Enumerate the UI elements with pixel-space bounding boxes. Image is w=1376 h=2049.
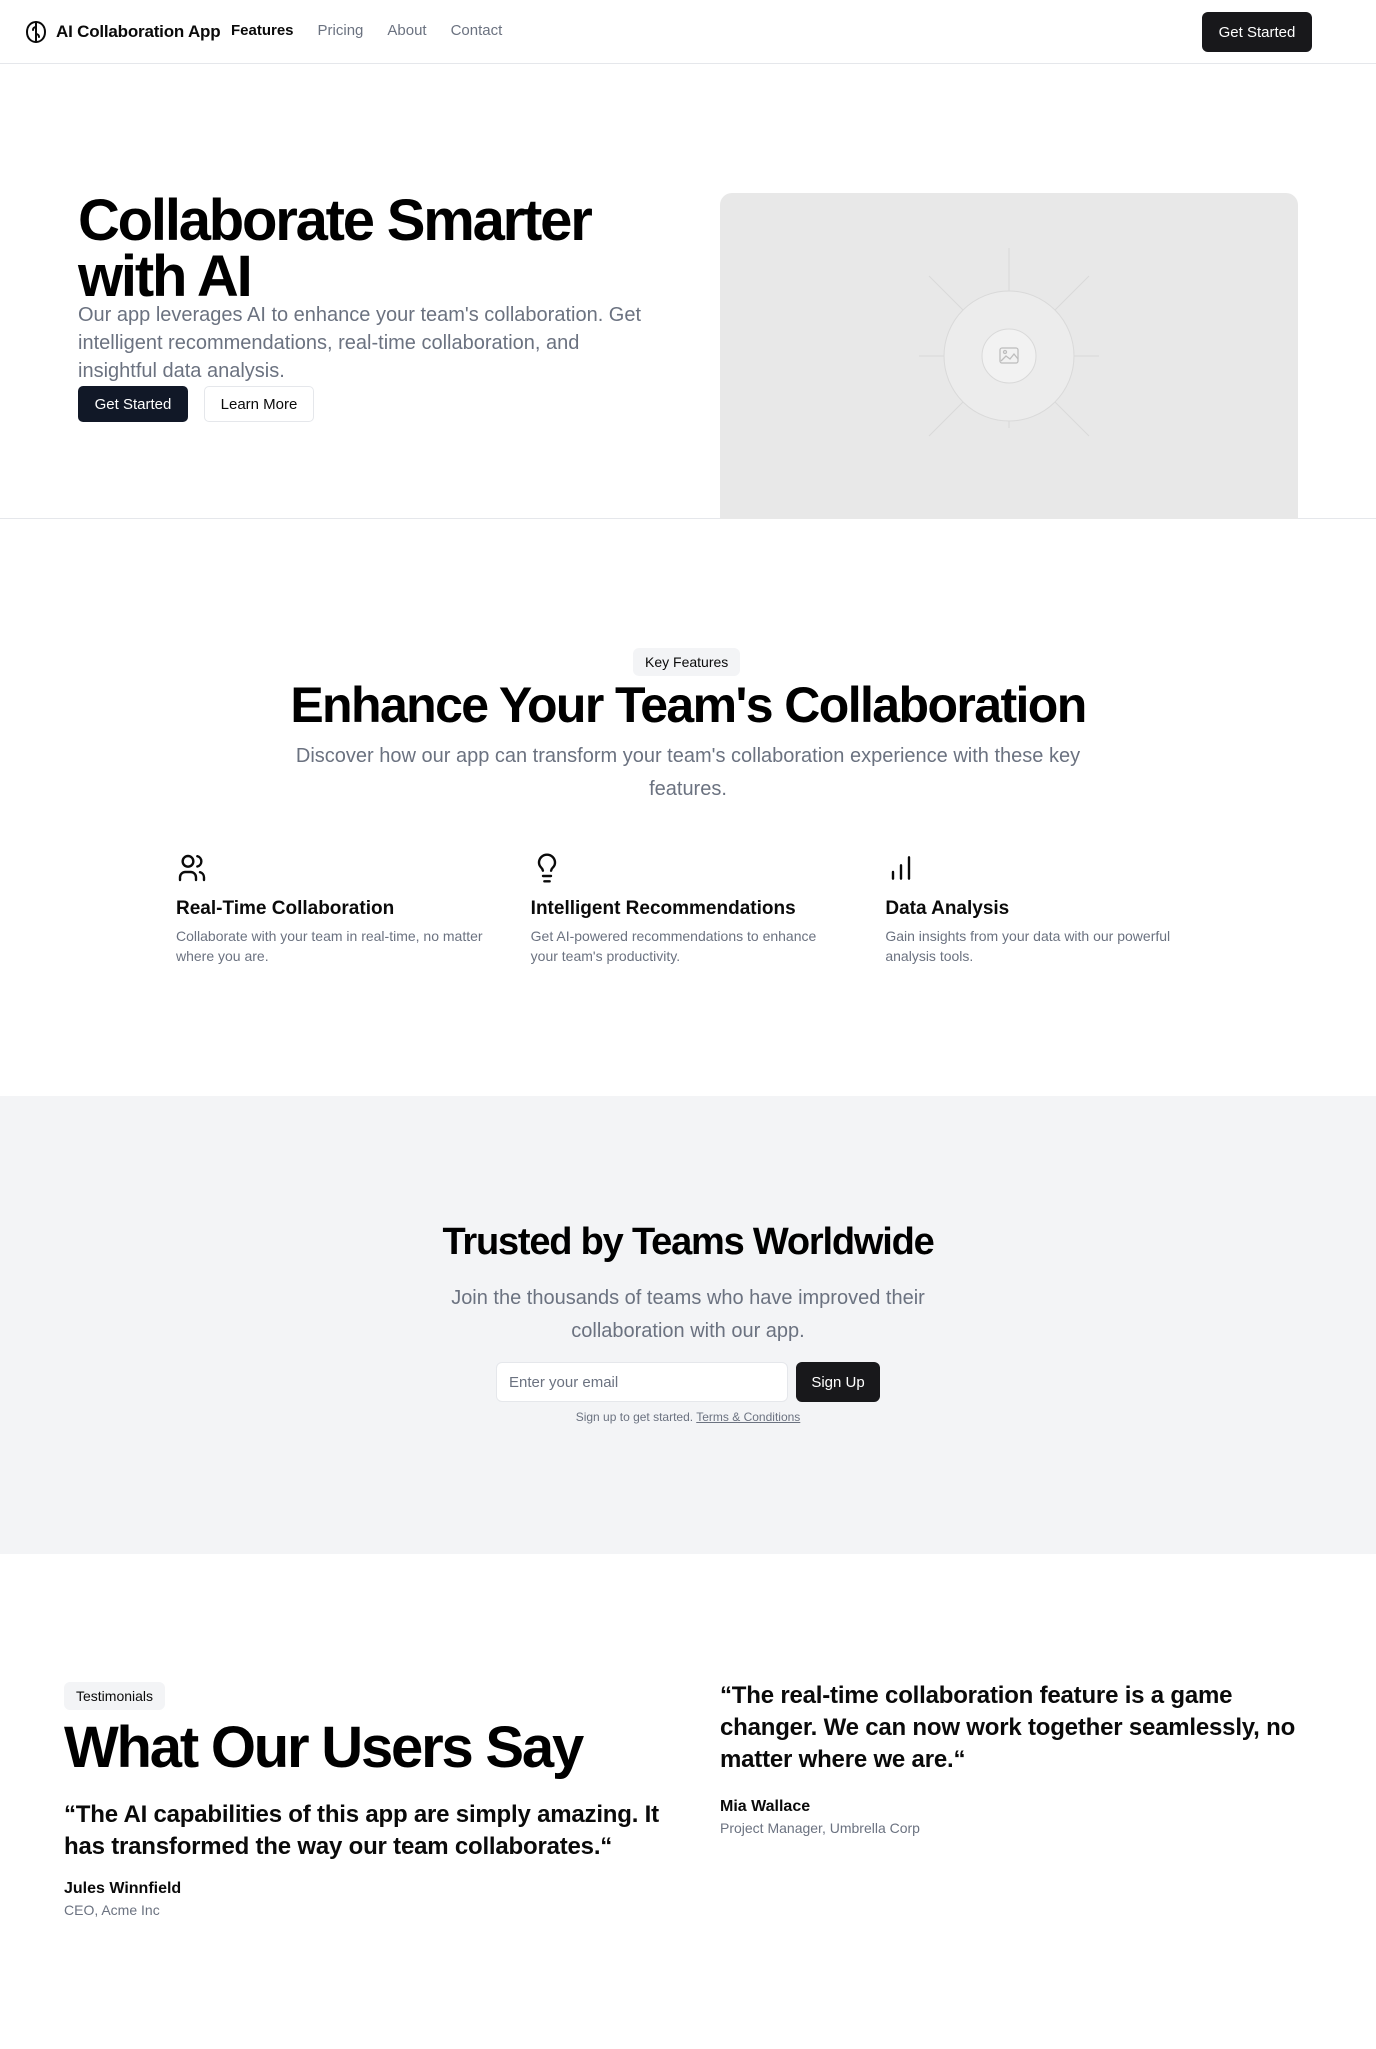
- testimonial-quote: “The AI capabilities of this app are sim…: [64, 1801, 659, 1860]
- image-placeholder-icon: [919, 248, 1099, 437]
- features-description: Discover how our app can transform your …: [295, 745, 1081, 800]
- author-role: CEO, Acme Inc: [64, 1902, 160, 1918]
- testimonial-author: Jules Winnfield CEO, Acme Inc: [64, 1878, 181, 1920]
- feature-description: Collaborate with your team in real-time,…: [176, 928, 483, 964]
- signup-form: Sign Up: [496, 1362, 880, 1402]
- header-get-started-button[interactable]: Get Started: [1202, 12, 1312, 52]
- features-grid: Real-Time Collaboration Collaborate with…: [176, 852, 1200, 966]
- hero-description: Our app leverages AI to enhance your tea…: [78, 304, 642, 382]
- features-title: Enhance Your Team's Collaboration: [290, 677, 1087, 733]
- trusted-section: Trusted by Teams Worldwide Join the thou…: [0, 1096, 1376, 1554]
- nav-link-pricing[interactable]: Pricing: [318, 22, 364, 39]
- sign-up-button[interactable]: Sign Up: [796, 1362, 880, 1402]
- testimonials-badge: Testimonials: [64, 1682, 166, 1710]
- signup-note: Sign up to get started. Terms & Conditio…: [0, 1410, 1376, 1424]
- brand-link[interactable]: AI Collaboration App: [24, 20, 221, 44]
- feature-title: Data Analysis: [885, 898, 1010, 919]
- nav-link-about[interactable]: About: [387, 22, 426, 39]
- testimonials-title: What Our Users Say: [64, 1715, 584, 1780]
- author-role: Project Manager, Umbrella Corp: [720, 1820, 920, 1836]
- learn-more-button[interactable]: Learn More: [204, 386, 314, 422]
- testimonial-author: Mia Wallace Project Manager, Umbrella Co…: [720, 1796, 920, 1838]
- brand-name: AI Collaboration App: [56, 22, 221, 41]
- features-badge: Key Features: [633, 648, 741, 676]
- lightbulb-icon: [537, 853, 556, 883]
- feature-title: Intelligent Recommendations: [530, 898, 796, 919]
- hero-actions: Get Started Learn More: [78, 386, 314, 422]
- feature-description: Get AI-powered recommendations to enhanc…: [530, 928, 817, 964]
- hero-image-placeholder: [720, 193, 1298, 519]
- site-header: AI Collaboration App Features Pricing Ab…: [0, 0, 1376, 64]
- features-section: Key Features Enhance Your Team's Collabo…: [0, 520, 1376, 1096]
- feature-description: Gain insights from your data with our po…: [885, 928, 1171, 964]
- author-name: Mia Wallace: [720, 1798, 811, 1815]
- author-name: Jules Winnfield: [64, 1880, 182, 1897]
- hero-section: Collaborate Smarter with AI Our app leve…: [0, 65, 1376, 519]
- feature-card: Data Analysis Gain insights from your da…: [885, 852, 1200, 966]
- trusted-title: Trusted by Teams Worldwide: [442, 1221, 934, 1263]
- email-input[interactable]: [496, 1362, 788, 1402]
- feature-card: Intelligent Recommendations Get AI-power…: [531, 852, 846, 966]
- users-icon: [178, 854, 206, 882]
- main-nav: Features Pricing About Contact: [231, 22, 502, 39]
- trusted-description: Join the thousands of teams who have imp…: [451, 1287, 925, 1342]
- hero-title: Collaborate Smarter with AI: [78, 188, 593, 309]
- testimonial-quote: “The real-time collaboration feature is …: [720, 1682, 1296, 1773]
- feature-card: Real-Time Collaboration Collaborate with…: [176, 852, 491, 966]
- nav-link-features[interactable]: Features: [231, 22, 294, 39]
- bar-chart-icon: [892, 856, 911, 880]
- hero-get-started-button[interactable]: Get Started: [78, 386, 188, 422]
- signup-note-text: Sign up to get started.: [575, 1410, 694, 1424]
- feature-title: Real-Time Collaboration: [176, 898, 395, 919]
- testimonials-section: Testimonials What Our Users Say “The AI …: [0, 1554, 1376, 2049]
- terms-link[interactable]: Terms & Conditions: [696, 1410, 800, 1424]
- brain-logo-icon: [26, 21, 46, 43]
- nav-link-contact[interactable]: Contact: [451, 22, 503, 39]
